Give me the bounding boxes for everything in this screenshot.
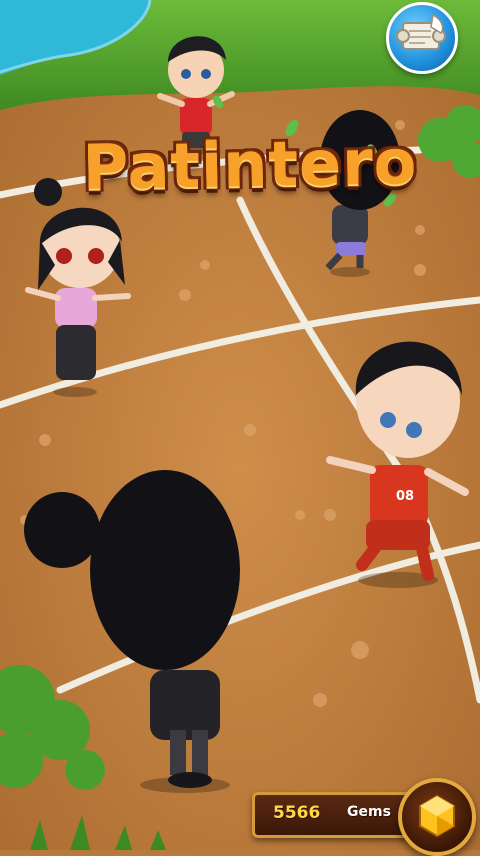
game-title: Patintero — [82, 125, 418, 204]
scroll-quill-icon — [396, 13, 446, 50]
gems-button[interactable] — [398, 778, 476, 856]
gem-icon — [419, 794, 455, 838]
quest-scroll-button[interactable] — [386, 2, 458, 74]
gems-label: Gems — [347, 804, 391, 820]
svg-text:08: 08 — [396, 489, 414, 504]
gems-count: 5566 — [273, 803, 321, 823]
